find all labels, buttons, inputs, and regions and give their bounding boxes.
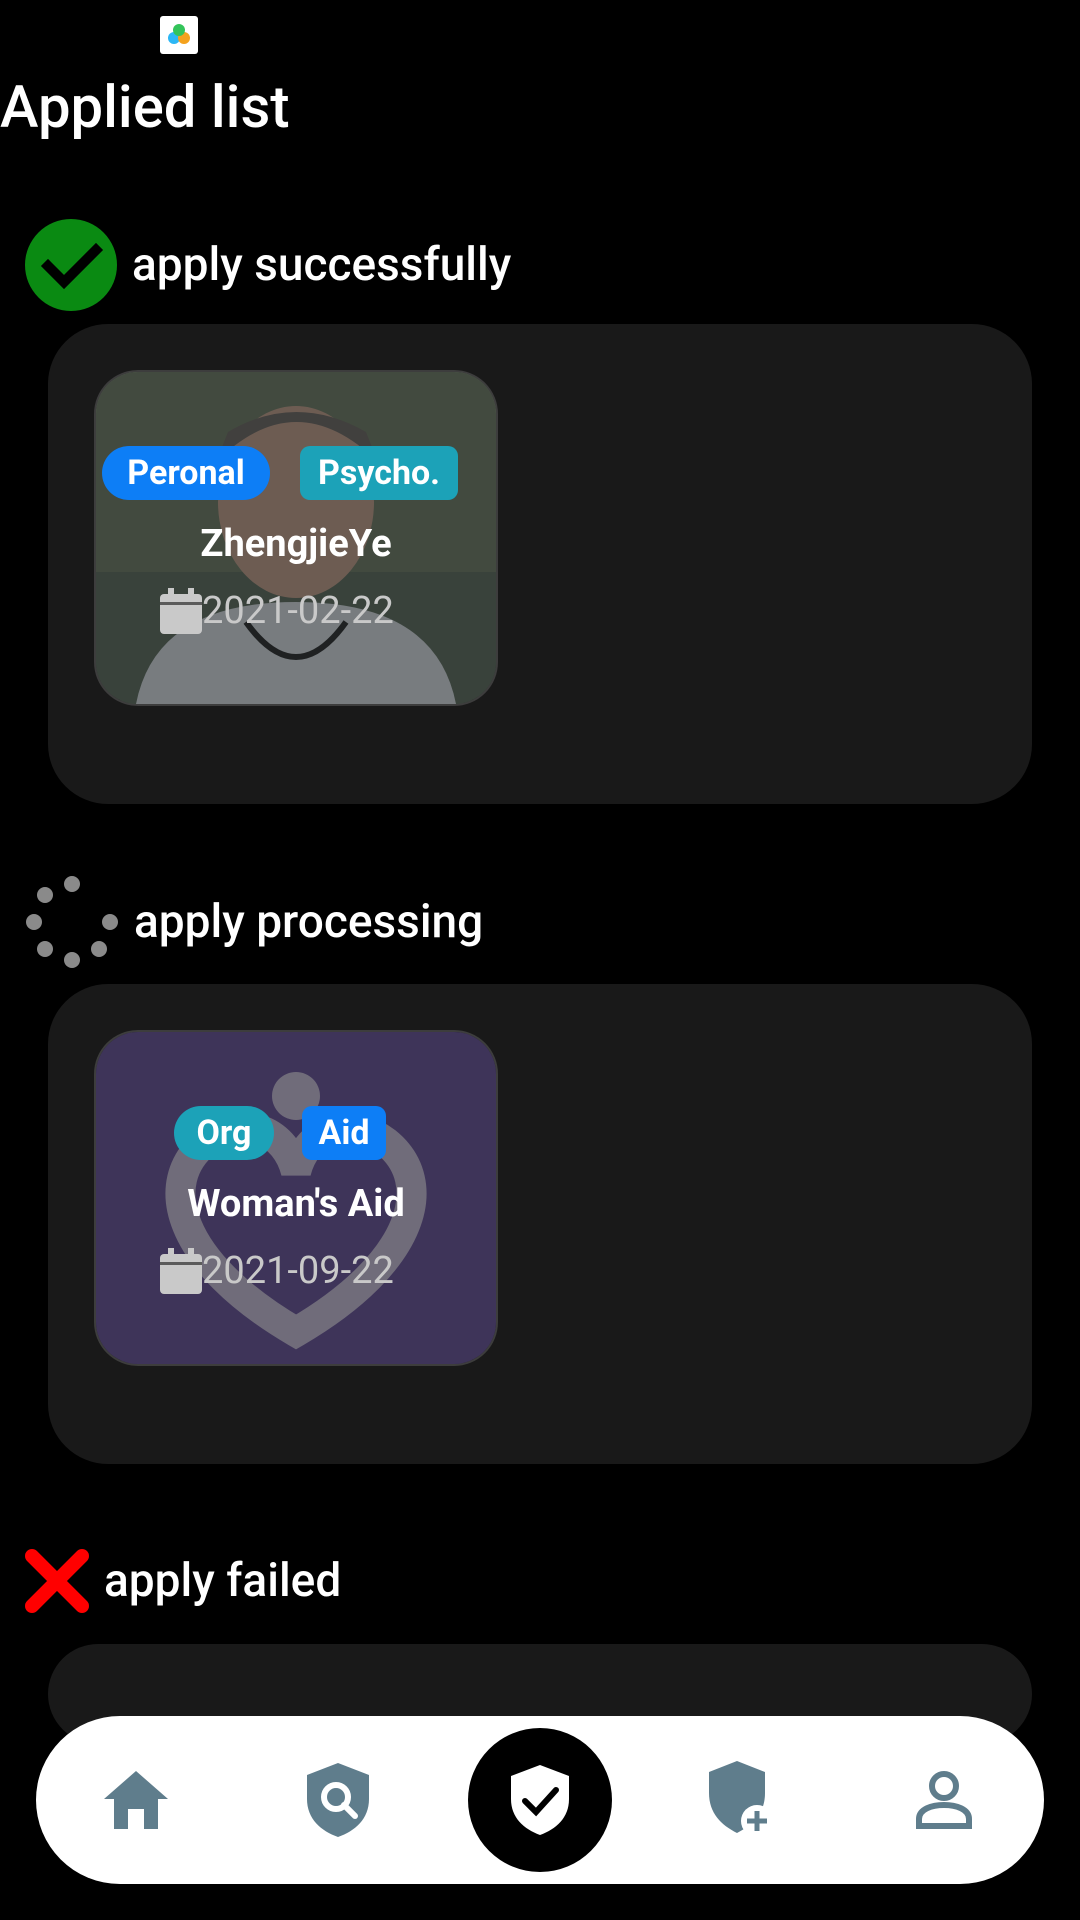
loading-spinner-icon [26, 876, 118, 968]
calendar-icon [160, 588, 202, 634]
applied-card-zhengjieye[interactable]: Peronal Psycho. ZhengjieYe 2021-02-22 [94, 370, 498, 706]
section-label-processing: apply processing [134, 895, 484, 949]
shield-check-icon [511, 1765, 569, 1835]
calendar-icon [160, 1248, 202, 1294]
shield-search-icon [307, 1763, 369, 1837]
page-title: Applied list [0, 74, 290, 142]
card-date-text: 2021-09-22 [202, 1249, 394, 1293]
processing-panel: Org Aid Woman's Aid 2021-09-22 [48, 984, 1032, 1464]
nav-profile-button[interactable] [904, 1760, 984, 1840]
tag-aid: Aid [302, 1106, 386, 1160]
failed-cross-icon [25, 1549, 89, 1613]
tag-psycho: Psycho. [300, 446, 458, 500]
card-date-text: 2021-02-22 [202, 589, 394, 633]
card-name: ZhengjieYe [200, 522, 392, 566]
tag-personal: Peronal [102, 446, 270, 500]
card-date: 2021-09-22 [160, 1248, 394, 1294]
profile-icon [916, 1771, 972, 1829]
section-label-failed: apply failed [104, 1554, 342, 1608]
success-panel: Peronal Psycho. ZhengjieYe 2021-02-22 [48, 324, 1032, 804]
section-header-failed: apply failed [24, 1548, 341, 1614]
success-check-icon [25, 219, 117, 311]
app-logo-icon [160, 16, 198, 54]
section-header-success: apply successfully [24, 218, 511, 312]
home-icon [104, 1771, 168, 1829]
nav-home-button[interactable] [96, 1760, 176, 1840]
card-name: Woman's Aid [187, 1182, 405, 1226]
section-label-success: apply successfully [132, 238, 512, 292]
nav-add-button[interactable] [702, 1760, 782, 1840]
applied-card-womans-aid[interactable]: Org Aid Woman's Aid 2021-09-22 [94, 1030, 498, 1366]
shield-add-icon [709, 1761, 773, 1837]
bottom-navigation [36, 1716, 1044, 1884]
card-date: 2021-02-22 [160, 588, 394, 634]
section-header-processing: apply processing [24, 874, 483, 970]
tag-org: Org [174, 1106, 274, 1160]
nav-search-button[interactable] [298, 1760, 378, 1840]
nav-applied-button[interactable] [468, 1728, 612, 1872]
